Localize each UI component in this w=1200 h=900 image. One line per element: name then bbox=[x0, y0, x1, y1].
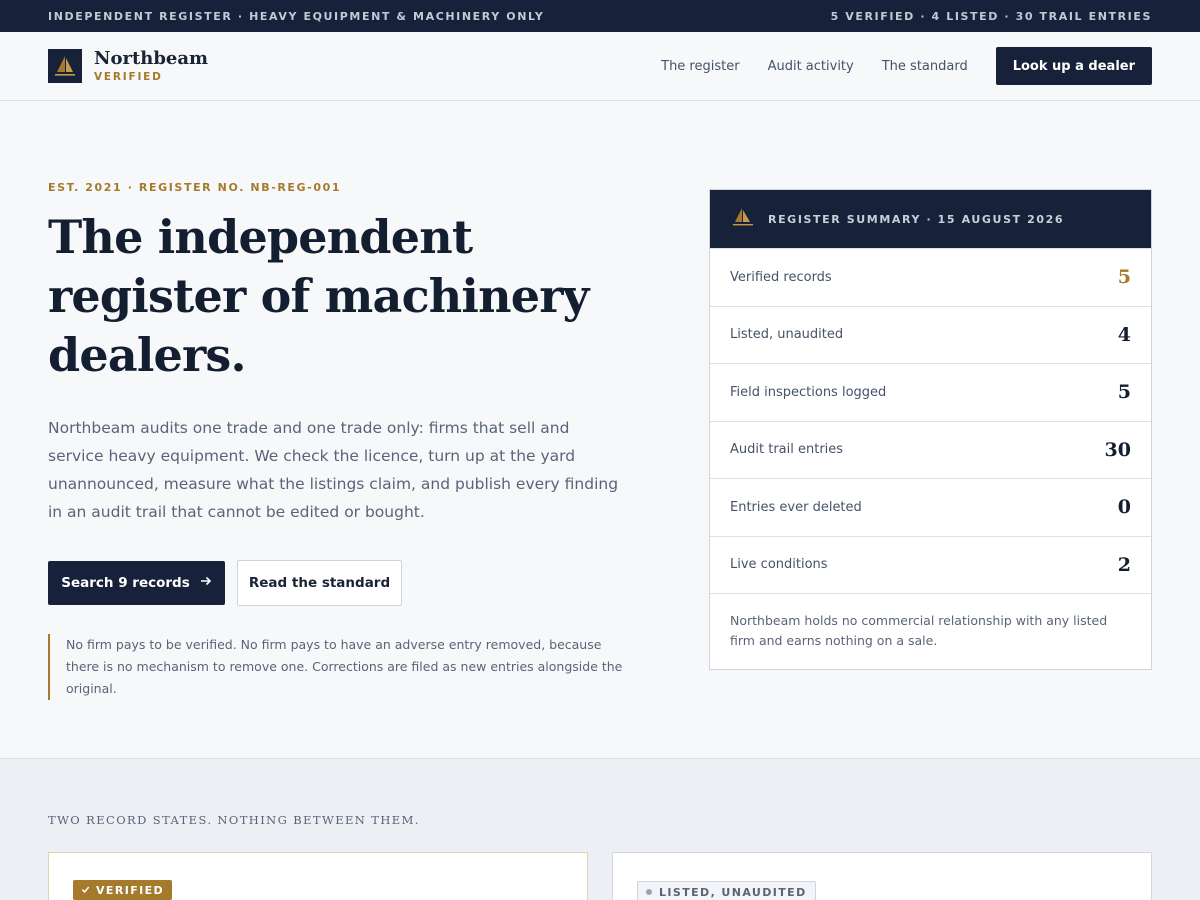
summary-row-value: 0 bbox=[1117, 496, 1131, 519]
look-up-dealer-button[interactable]: Look up a dealer bbox=[995, 47, 1152, 85]
summary-row-inspections: Field inspections logged 5 bbox=[710, 363, 1151, 421]
brand-name: Northbeam bbox=[94, 48, 209, 69]
summary-row-value: 5 bbox=[1117, 266, 1131, 289]
summary-row-value: 5 bbox=[1117, 381, 1131, 404]
top-banner-stats: 5 VERIFIED · 4 LISTED · 30 TRAIL ENTRIES bbox=[830, 9, 1152, 23]
summary-header: REGISTER SUMMARY · 15 AUGUST 2026 bbox=[710, 190, 1151, 248]
record-states-eyebrow: TWO RECORD STATES. NOTHING BETWEEN THEM. bbox=[48, 813, 420, 827]
checkmark-icon bbox=[81, 884, 90, 897]
summary-row-label: Verified records bbox=[730, 269, 832, 285]
summary-row-listed: Listed, unaudited 4 bbox=[710, 305, 1151, 364]
top-banner: INDEPENDENT REGISTER · HEAVY EQUIPMENT &… bbox=[0, 0, 1200, 32]
summary-row-live-conditions: Live conditions 2 bbox=[710, 535, 1151, 594]
nav-link-audit-activity[interactable]: Audit activity bbox=[768, 59, 854, 74]
summary-row-value: 2 bbox=[1117, 553, 1131, 576]
nav-link-standard[interactable]: The standard bbox=[882, 59, 968, 74]
sailboat-icon bbox=[732, 207, 754, 231]
summary-footer: Northbeam holds no commercial relationsh… bbox=[710, 593, 1151, 669]
summary-row-label: Live conditions bbox=[730, 557, 828, 573]
listed-badge-label: LISTED, UNAUDITED bbox=[659, 885, 807, 899]
register-summary-card: REGISTER SUMMARY · 15 AUGUST 2026 Verifi… bbox=[709, 189, 1152, 670]
nav-link-register[interactable]: The register bbox=[661, 59, 739, 74]
verified-badge-label: VERIFIED bbox=[96, 883, 165, 897]
brand-logo-link[interactable]: Northbeam VERIFIED bbox=[48, 49, 208, 83]
policy-note: No firm pays to be verified. No firm pay… bbox=[48, 634, 628, 700]
hero-headline: The independent register of machinery de… bbox=[48, 210, 589, 382]
listed-badge: LISTED, UNAUDITED bbox=[637, 881, 816, 900]
listed-state-card: LISTED, UNAUDITED bbox=[612, 852, 1152, 900]
status-dot-icon bbox=[646, 889, 652, 895]
summary-row-verified: Verified records 5 bbox=[710, 248, 1151, 306]
record-states-section: TWO RECORD STATES. NOTHING BETWEEN THEM.… bbox=[0, 758, 1200, 900]
verified-badge: VERIFIED bbox=[73, 880, 173, 900]
summary-title: REGISTER SUMMARY · 15 AUGUST 2026 bbox=[768, 212, 1065, 226]
summary-row-value: 30 bbox=[1104, 438, 1131, 461]
main-nav: The register Audit activity The standard… bbox=[633, 47, 1152, 85]
summary-row-label: Listed, unaudited bbox=[730, 327, 844, 343]
read-standard-button[interactable]: Read the standard bbox=[237, 560, 402, 606]
arrow-right-icon bbox=[200, 575, 212, 591]
search-records-button[interactable]: Search 9 records bbox=[48, 561, 225, 605]
search-records-label: Search 9 records bbox=[61, 575, 190, 591]
summary-row-label: Audit trail entries bbox=[730, 442, 844, 458]
sailboat-logo-icon bbox=[48, 49, 82, 83]
site-header: Northbeam VERIFIED The register Audit ac… bbox=[0, 32, 1200, 101]
hero-eyebrow: EST. 2021 · REGISTER NO. NB-REG-001 bbox=[48, 181, 342, 194]
summary-row-label: Field inspections logged bbox=[730, 384, 887, 400]
hero-intro: Northbeam audits one trade and one trade… bbox=[48, 419, 619, 521]
summary-row-label: Entries ever deleted bbox=[730, 499, 862, 515]
verified-state-card: VERIFIED bbox=[48, 852, 588, 900]
top-banner-tagline: INDEPENDENT REGISTER · HEAVY EQUIPMENT &… bbox=[48, 9, 545, 23]
summary-row-value: 4 bbox=[1117, 323, 1131, 346]
summary-row-trail-entries: Audit trail entries 30 bbox=[710, 420, 1151, 479]
brand-subtitle: VERIFIED bbox=[94, 71, 163, 83]
summary-row-deleted: Entries ever deleted 0 bbox=[710, 478, 1151, 536]
